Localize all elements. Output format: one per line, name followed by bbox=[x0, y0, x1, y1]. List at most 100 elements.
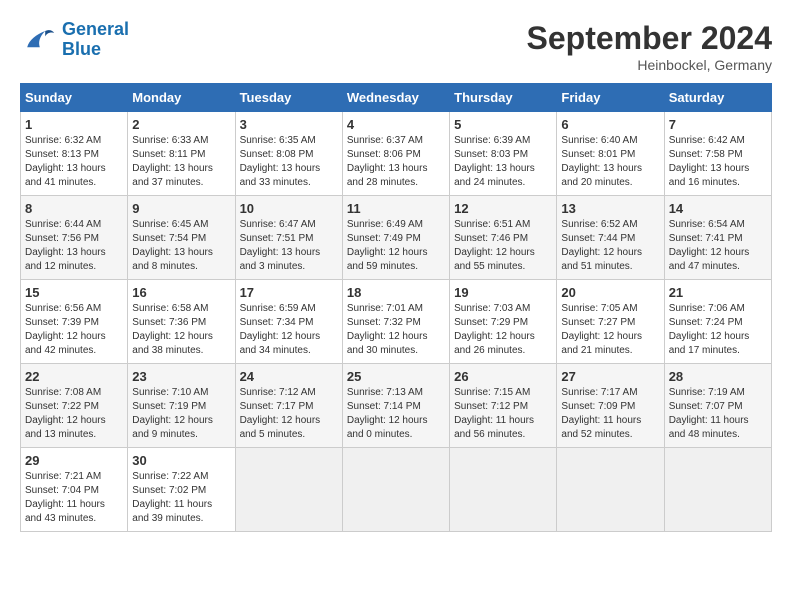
day-info: Sunrise: 6:44 AMSunset: 7:56 PMDaylight:… bbox=[25, 218, 123, 274]
day-number: 6 bbox=[561, 117, 659, 132]
calendar-cell: 6Sunrise: 6:40 AMSunset: 8:01 PMDaylight… bbox=[557, 112, 664, 196]
weekday-header-saturday: Saturday bbox=[664, 84, 771, 112]
calendar-cell: 23 Sunrise: 7:10 AMSunset: 7:19 PMDayligh… bbox=[128, 364, 235, 448]
calendar-table: SundayMondayTuesdayWednesdayThursdayFrid… bbox=[20, 83, 772, 532]
calendar-cell: 4 Sunrise: 6:37 AMSunset: 8:06 PMDaylight… bbox=[342, 112, 449, 196]
day-info: Sunrise: 6:32 AMSunset: 8:13 PMDaylight:… bbox=[25, 134, 123, 190]
day-info: Sunrise: 6:56 AMSunset: 7:39 PMDaylight:… bbox=[25, 302, 123, 358]
calendar-cell: 30 Sunrise: 7:22 AMSunset: 7:02 PMDayligh… bbox=[128, 448, 235, 532]
day-number: 11 bbox=[347, 201, 445, 216]
logo-icon bbox=[20, 22, 56, 58]
day-info: Sunrise: 6:47 AMSunset: 7:51 PMDaylight:… bbox=[240, 218, 338, 274]
day-number: 14 bbox=[669, 201, 767, 216]
day-info: Sunrise: 7:08 AMSunset: 7:22 PMDaylight:… bbox=[25, 386, 123, 442]
day-number: 30 bbox=[132, 453, 230, 468]
day-info: Sunrise: 6:37 AMSunset: 8:06 PMDaylight:… bbox=[347, 134, 445, 190]
day-info: Sunrise: 6:51 AMSunset: 7:46 PMDaylight:… bbox=[454, 218, 552, 274]
day-number: 26 bbox=[454, 369, 552, 384]
day-info: Sunrise: 6:45 AMSunset: 7:54 PMDaylight:… bbox=[132, 218, 230, 274]
weekday-header-tuesday: Tuesday bbox=[235, 84, 342, 112]
day-info: Sunrise: 6:42 AMSunset: 7:58 PMDaylight:… bbox=[669, 134, 767, 190]
day-number: 12 bbox=[454, 201, 552, 216]
day-info: Sunrise: 6:33 AMSunset: 8:11 PMDaylight:… bbox=[132, 134, 230, 190]
calendar-cell: 7Sunrise: 6:42 AMSunset: 7:58 PMDaylight… bbox=[664, 112, 771, 196]
logo-blue: Blue bbox=[62, 39, 101, 59]
weekday-header-monday: Monday bbox=[128, 84, 235, 112]
day-info: Sunrise: 7:05 AMSunset: 7:27 PMDaylight:… bbox=[561, 302, 659, 358]
calendar-cell: 26 Sunrise: 7:15 AMSunset: 7:12 PMDayligh… bbox=[450, 364, 557, 448]
day-info: Sunrise: 7:22 AMSunset: 7:02 PMDaylight:… bbox=[132, 470, 230, 526]
calendar-cell: 27 Sunrise: 7:17 AMSunset: 7:09 PMDayligh… bbox=[557, 364, 664, 448]
location-subtitle: Heinbockel, Germany bbox=[527, 57, 772, 73]
calendar-cell: 18Sunrise: 7:01 AMSunset: 7:32 PMDayligh… bbox=[342, 280, 449, 364]
calendar-cell: 10Sunrise: 6:47 AMSunset: 7:51 PMDayligh… bbox=[235, 196, 342, 280]
day-info: Sunrise: 7:15 AMSunset: 7:12 PMDaylight:… bbox=[454, 386, 552, 442]
calendar-cell: 28 Sunrise: 7:19 AMSunset: 7:07 PMDayligh… bbox=[664, 364, 771, 448]
day-number: 1 bbox=[25, 117, 123, 132]
calendar-cell: 22 Sunrise: 7:08 AMSunset: 7:22 PMDayligh… bbox=[21, 364, 128, 448]
calendar-cell: 15Sunrise: 6:56 AMSunset: 7:39 PMDayligh… bbox=[21, 280, 128, 364]
day-number: 29 bbox=[25, 453, 123, 468]
weekday-header-sunday: Sunday bbox=[21, 84, 128, 112]
calendar-cell: 9 Sunrise: 6:45 AMSunset: 7:54 PMDaylight… bbox=[128, 196, 235, 280]
day-number: 8 bbox=[25, 201, 123, 216]
weekday-header-thursday: Thursday bbox=[450, 84, 557, 112]
calendar-cell: 21Sunrise: 7:06 AMSunset: 7:24 PMDayligh… bbox=[664, 280, 771, 364]
logo: General Blue bbox=[20, 20, 129, 60]
calendar-cell: 2 Sunrise: 6:33 AMSunset: 8:11 PMDaylight… bbox=[128, 112, 235, 196]
month-title: September 2024 bbox=[527, 20, 772, 57]
day-info: Sunrise: 7:19 AMSunset: 7:07 PMDaylight:… bbox=[669, 386, 767, 442]
day-info: Sunrise: 7:01 AMSunset: 7:32 PMDaylight:… bbox=[347, 302, 445, 358]
day-info: Sunrise: 6:58 AMSunset: 7:36 PMDaylight:… bbox=[132, 302, 230, 358]
calendar-cell: 17 Sunrise: 6:59 AMSunset: 7:34 PMDayligh… bbox=[235, 280, 342, 364]
day-number: 4 bbox=[347, 117, 445, 132]
day-info: Sunrise: 7:03 AMSunset: 7:29 PMDaylight:… bbox=[454, 302, 552, 358]
calendar-cell: 16 Sunrise: 6:58 AMSunset: 7:36 PMDayligh… bbox=[128, 280, 235, 364]
day-info: Sunrise: 7:21 AMSunset: 7:04 PMDaylight:… bbox=[25, 470, 123, 526]
day-info: Sunrise: 6:35 AMSunset: 8:08 PMDaylight:… bbox=[240, 134, 338, 190]
week-row-1: 1 Sunrise: 6:32 AMSunset: 8:13 PMDaylight… bbox=[21, 112, 772, 196]
day-number: 23 bbox=[132, 369, 230, 384]
day-number: 13 bbox=[561, 201, 659, 216]
day-info: Sunrise: 6:59 AMSunset: 7:34 PMDaylight:… bbox=[240, 302, 338, 358]
calendar-cell: 24 Sunrise: 7:12 AMSunset: 7:17 PMDayligh… bbox=[235, 364, 342, 448]
day-number: 25 bbox=[347, 369, 445, 384]
day-number: 16 bbox=[132, 285, 230, 300]
week-row-4: 22 Sunrise: 7:08 AMSunset: 7:22 PMDayligh… bbox=[21, 364, 772, 448]
day-info: Sunrise: 7:17 AMSunset: 7:09 PMDaylight:… bbox=[561, 386, 659, 442]
calendar-cell: 19 Sunrise: 7:03 AMSunset: 7:29 PMDayligh… bbox=[450, 280, 557, 364]
calendar-cell: 20 Sunrise: 7:05 AMSunset: 7:27 PMDayligh… bbox=[557, 280, 664, 364]
calendar-cell bbox=[557, 448, 664, 532]
day-number: 27 bbox=[561, 369, 659, 384]
calendar-cell: 1 Sunrise: 6:32 AMSunset: 8:13 PMDaylight… bbox=[21, 112, 128, 196]
day-number: 19 bbox=[454, 285, 552, 300]
day-info: Sunrise: 6:54 AMSunset: 7:41 PMDaylight:… bbox=[669, 218, 767, 274]
day-number: 3 bbox=[240, 117, 338, 132]
day-number: 24 bbox=[240, 369, 338, 384]
day-number: 28 bbox=[669, 369, 767, 384]
calendar-cell: 29 Sunrise: 7:21 AMSunset: 7:04 PMDayligh… bbox=[21, 448, 128, 532]
calendar-cell: 13 Sunrise: 6:52 AMSunset: 7:44 PMDayligh… bbox=[557, 196, 664, 280]
calendar-cell bbox=[235, 448, 342, 532]
calendar-cell: 5Sunrise: 6:39 AMSunset: 8:03 PMDaylight… bbox=[450, 112, 557, 196]
day-info: Sunrise: 7:10 AMSunset: 7:19 PMDaylight:… bbox=[132, 386, 230, 442]
day-info: Sunrise: 6:52 AMSunset: 7:44 PMDaylight:… bbox=[561, 218, 659, 274]
day-number: 22 bbox=[25, 369, 123, 384]
calendar-cell: 3 Sunrise: 6:35 AMSunset: 8:08 PMDaylight… bbox=[235, 112, 342, 196]
day-number: 17 bbox=[240, 285, 338, 300]
page-header: General Blue September 2024 Heinbockel, … bbox=[20, 20, 772, 73]
day-number: 9 bbox=[132, 201, 230, 216]
week-row-5: 29 Sunrise: 7:21 AMSunset: 7:04 PMDayligh… bbox=[21, 448, 772, 532]
calendar-cell bbox=[664, 448, 771, 532]
day-info: Sunrise: 7:12 AMSunset: 7:17 PMDaylight:… bbox=[240, 386, 338, 442]
calendar-cell: 11Sunrise: 6:49 AMSunset: 7:49 PMDayligh… bbox=[342, 196, 449, 280]
calendar-cell: 14 Sunrise: 6:54 AMSunset: 7:41 PMDayligh… bbox=[664, 196, 771, 280]
calendar-cell bbox=[450, 448, 557, 532]
day-number: 2 bbox=[132, 117, 230, 132]
day-number: 20 bbox=[561, 285, 659, 300]
week-row-2: 8 Sunrise: 6:44 AMSunset: 7:56 PMDaylight… bbox=[21, 196, 772, 280]
weekday-header-row: SundayMondayTuesdayWednesdayThursdayFrid… bbox=[21, 84, 772, 112]
weekday-header-wednesday: Wednesday bbox=[342, 84, 449, 112]
calendar-cell bbox=[342, 448, 449, 532]
title-block: September 2024 Heinbockel, Germany bbox=[527, 20, 772, 73]
